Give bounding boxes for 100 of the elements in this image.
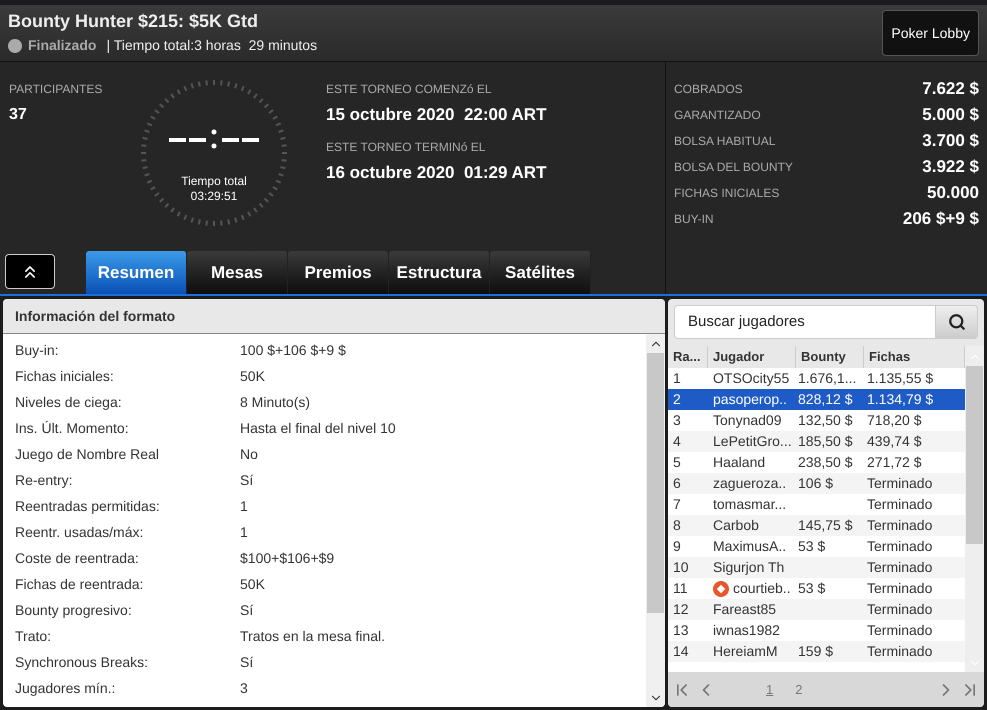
player-row[interactable]: 10 Sigurjon Th Terminado bbox=[668, 557, 965, 578]
stat-value: 7.622 $ bbox=[922, 78, 979, 100]
stat-value: 50.000 bbox=[927, 182, 979, 204]
info-value: 50K bbox=[240, 366, 265, 386]
player-name: Sigurjon Th bbox=[713, 558, 784, 577]
bounty-cell: 145,75 $ bbox=[798, 517, 852, 533]
chips-cell-text: Terminado bbox=[866, 558, 934, 577]
player-name: courtieb.. bbox=[733, 579, 791, 598]
stat-label: FICHAS INICIALES bbox=[674, 185, 780, 202]
bounty-cell: 1.676,1... bbox=[798, 370, 856, 386]
date-value: 15 octubre 2020 22:00 ART bbox=[326, 104, 546, 126]
date-label: ESTE TORNEO COMENZó EL bbox=[326, 81, 493, 98]
info-label: Niveles de ciega: bbox=[15, 392, 123, 412]
tab[interactable]: Estructura bbox=[389, 251, 490, 294]
tab[interactable]: Mesas bbox=[187, 251, 288, 294]
rank-cell-text: 4 bbox=[672, 432, 682, 451]
search-icon bbox=[948, 313, 966, 331]
info-value: No bbox=[240, 444, 258, 464]
info-value: Sí bbox=[240, 652, 254, 672]
stat-label: COBRADOS bbox=[674, 81, 743, 98]
stat-label: BOLSA HABITUAL bbox=[674, 133, 776, 150]
bounty-cell: 106 $ bbox=[798, 475, 834, 491]
stat-value: 206 $+9 $ bbox=[902, 208, 979, 230]
bounty-cell: 159 $ bbox=[798, 643, 834, 659]
info-label: Ins. Últ. Momento: bbox=[15, 418, 130, 438]
duration-text: | Tiempo total:3 horas 29 minutos bbox=[106, 36, 318, 55]
poker-lobby-button[interactable]: Poker Lobby bbox=[882, 10, 979, 56]
player-row[interactable]: 4 LePetitGro... 185,50 $ 439,74 $ bbox=[668, 431, 965, 452]
rank-cell-text: 11 bbox=[672, 579, 689, 598]
tab[interactable]: Resumen bbox=[86, 251, 187, 294]
rank-cell-text: 3 bbox=[672, 411, 682, 430]
info-value: 3 bbox=[240, 678, 248, 698]
stat-value: 3.922 $ bbox=[922, 156, 979, 178]
rank-cell-text: 12 bbox=[672, 600, 690, 619]
player-row[interactable]: 2 pasoperop.. 828,12 $ 1.134,79 $ bbox=[668, 389, 965, 410]
player-row[interactable]: 6 zagueroza.. 106 $ Terminado bbox=[668, 473, 965, 494]
info-value: 8 Minuto(s) bbox=[240, 392, 310, 412]
info-label: Synchronous Breaks: bbox=[15, 652, 150, 672]
info-value: Hasta el final del nivel 10 bbox=[240, 418, 396, 438]
stat-label: BUY-IN bbox=[674, 211, 714, 228]
rank-cell-text: 14 bbox=[672, 642, 690, 661]
info-label: Fichas iniciales: bbox=[15, 366, 115, 386]
participants-label: PARTICIPANTES bbox=[9, 81, 104, 98]
player-name: Fareast85 bbox=[713, 600, 776, 619]
tab[interactable]: Premios bbox=[288, 251, 389, 294]
player-name: LePetitGro... bbox=[713, 432, 792, 451]
info-label: Bounty progresivo: bbox=[15, 600, 133, 620]
clock-caption: Tiempo total bbox=[181, 174, 247, 189]
rank-cell-text: 13 bbox=[672, 621, 690, 640]
rank-cell-text: 6 bbox=[672, 474, 682, 493]
rank-cell-text: 1 bbox=[672, 369, 682, 388]
player-search-field[interactable]: Buscar jugadores bbox=[674, 305, 936, 339]
search-button[interactable] bbox=[936, 305, 978, 339]
chips-cell-text: Terminado bbox=[866, 474, 934, 493]
player-name: iwnas1982 bbox=[713, 621, 780, 640]
info-label: Reentr. usadas/máx: bbox=[15, 522, 144, 542]
bounty-cell: 53 $ bbox=[798, 580, 826, 596]
date-value: 16 octubre 2020 01:29 ART bbox=[326, 162, 546, 184]
bounty-cell: 185,50 $ bbox=[798, 433, 852, 449]
info-label: Reentradas permitidas: bbox=[15, 496, 161, 516]
stat-value: 5.000 $ bbox=[922, 104, 979, 126]
chips-cell-text: Terminado bbox=[866, 600, 934, 619]
info-value: 1 bbox=[240, 496, 248, 516]
scrollbar[interactable] bbox=[646, 334, 665, 707]
info-label: Jugadores mín.: bbox=[15, 678, 116, 698]
rank-cell-text: 8 bbox=[672, 516, 682, 535]
player-row[interactable]: 8 Carbob 145,75 $ Terminado bbox=[668, 515, 965, 536]
rank-cell-text: 7 bbox=[672, 495, 682, 514]
player-name: Tonynad09 bbox=[713, 411, 782, 430]
player-name: Haaland bbox=[713, 453, 766, 472]
tournament-title: Bounty Hunter $215: $5K Gtd bbox=[8, 10, 260, 32]
chips-cell-text: Terminado bbox=[866, 495, 934, 514]
chips-cell-text: Terminado bbox=[866, 516, 934, 535]
chips-cell-text: Terminado bbox=[866, 642, 934, 661]
info-value: Tratos en la mesa final. bbox=[240, 626, 385, 646]
chips-cell-text: Terminado bbox=[866, 579, 934, 598]
info-label: Fichas de reentrada: bbox=[15, 574, 144, 594]
rank-cell-text: 2 bbox=[672, 390, 682, 409]
chips-cell-text: 271,72 $ bbox=[866, 453, 922, 472]
chips-cell-text: 1.135,55 $ bbox=[866, 369, 934, 388]
tab[interactable]: Satélites bbox=[490, 251, 591, 294]
date-label: ESTE TORNEO TERMINó EL bbox=[326, 138, 486, 156]
player-name: HereiamM bbox=[713, 642, 778, 661]
info-value: Sí bbox=[240, 600, 254, 620]
player-name: MaximusA.. bbox=[713, 537, 786, 556]
player-row[interactable]: 12 Fareast85 Terminado bbox=[668, 599, 965, 620]
chips-cell-text: 1.134,79 $ bbox=[866, 390, 934, 409]
info-label: Juego de Nombre Real bbox=[15, 444, 160, 464]
stat-label: GARANTIZADO bbox=[674, 107, 761, 124]
bounty-cell: 828,12 $ bbox=[798, 391, 852, 407]
collapse-button[interactable] bbox=[5, 254, 55, 289]
format-info-header: Información del formato bbox=[3, 299, 665, 334]
player-name: Carbob bbox=[713, 516, 759, 535]
info-value: 50K bbox=[240, 574, 265, 594]
player-name: OTSOcity55 bbox=[713, 369, 790, 388]
clock-time: 03:29:51 bbox=[190, 189, 238, 204]
info-value: 1 bbox=[240, 522, 248, 542]
bounty-cell: 132,50 $ bbox=[798, 412, 852, 428]
chips-cell-text: Terminado bbox=[866, 537, 934, 556]
player-row[interactable]: 14 HereiamM 159 $ Terminado bbox=[668, 641, 965, 662]
